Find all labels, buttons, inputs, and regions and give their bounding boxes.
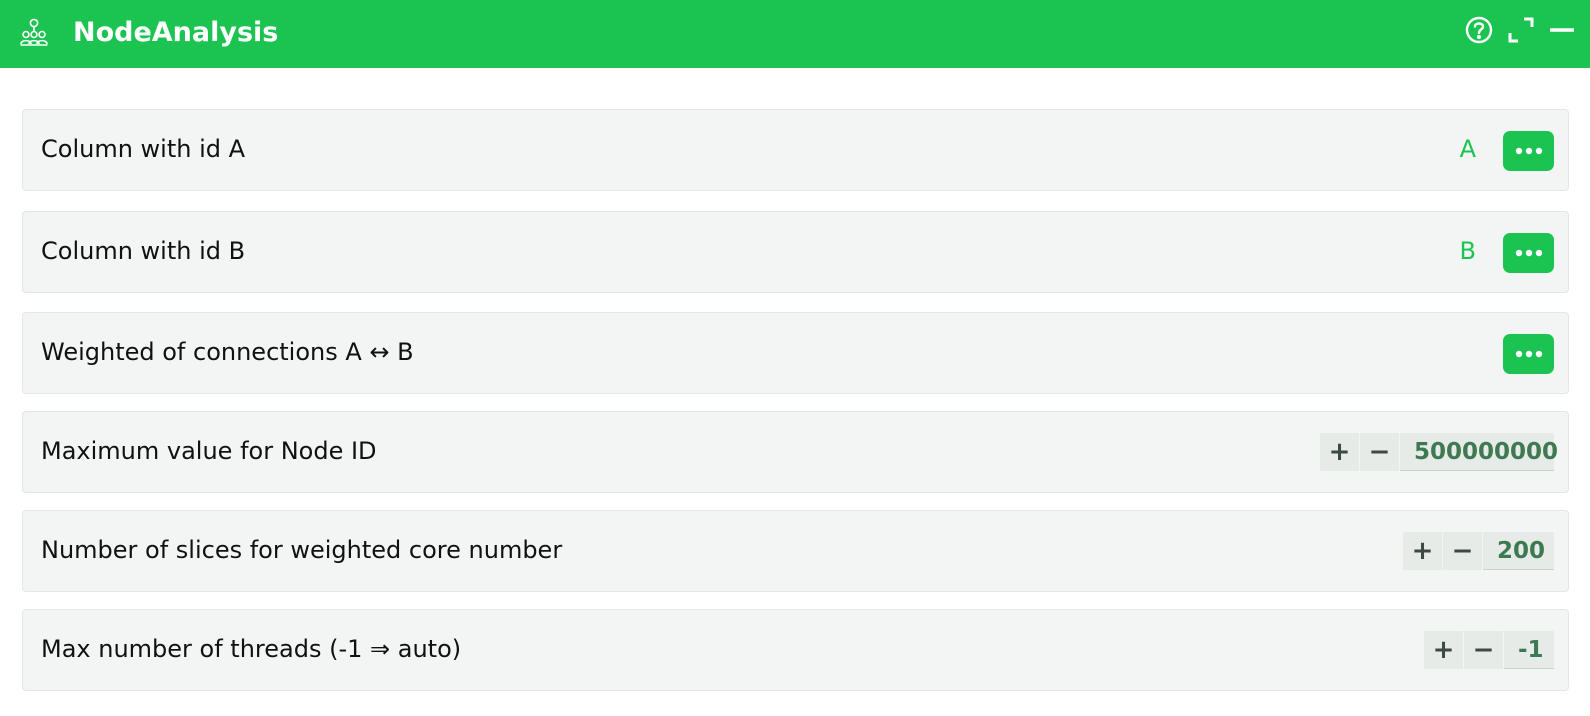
expand-icon[interactable]	[1505, 14, 1537, 46]
help-icon[interactable]	[1463, 14, 1495, 46]
weights-label: Weighted of connections A ↔ B	[41, 338, 414, 366]
max-node-id-input[interactable]: 500000000	[1400, 433, 1558, 471]
column-b-value: B	[1459, 237, 1476, 265]
slices-stepper: + − 200	[1403, 532, 1554, 570]
decrement-button[interactable]: −	[1443, 532, 1482, 570]
max-node-id-label: Maximum value for Node ID	[41, 437, 377, 465]
column-a-row: Column with id A A	[22, 109, 1569, 191]
threads-stepper: + − -1	[1424, 631, 1554, 669]
slices-input[interactable]: 200	[1483, 532, 1554, 570]
people-hierarchy-icon	[18, 17, 50, 49]
column-b-options-button[interactable]	[1503, 233, 1554, 273]
more-dots-icon	[1515, 350, 1542, 358]
column-a-value: A	[1459, 135, 1476, 163]
max-node-id-stepper: + − 500000000	[1320, 433, 1558, 471]
max-node-id-row: Maximum value for Node ID + − 500000000	[22, 411, 1569, 493]
more-dots-icon	[1515, 249, 1542, 257]
decrement-button[interactable]: −	[1360, 433, 1399, 471]
weights-options-button[interactable]	[1503, 334, 1554, 374]
threads-label: Max number of threads (-1 ⇒ auto)	[41, 635, 462, 663]
increment-button[interactable]: +	[1424, 631, 1463, 669]
increment-button[interactable]: +	[1320, 433, 1359, 471]
slices-label: Number of slices for weighted core numbe…	[41, 536, 563, 564]
increment-button[interactable]: +	[1403, 532, 1442, 570]
column-b-row: Column with id B B	[22, 211, 1569, 293]
column-a-options-button[interactable]	[1503, 131, 1554, 171]
threads-input[interactable]: -1	[1504, 631, 1554, 669]
weights-row: Weighted of connections A ↔ B	[22, 312, 1569, 394]
column-a-label: Column with id A	[41, 135, 246, 163]
app-title: NodeAnalysis	[73, 17, 279, 48]
title-bar: NodeAnalysis	[0, 0, 1590, 68]
more-dots-icon	[1515, 147, 1542, 155]
decrement-button[interactable]: −	[1464, 631, 1503, 669]
threads-row: Max number of threads (-1 ⇒ auto) + − -1	[22, 609, 1569, 691]
column-b-label: Column with id B	[41, 237, 246, 265]
minimize-icon[interactable]	[1546, 14, 1578, 46]
slices-row: Number of slices for weighted core numbe…	[22, 510, 1569, 592]
